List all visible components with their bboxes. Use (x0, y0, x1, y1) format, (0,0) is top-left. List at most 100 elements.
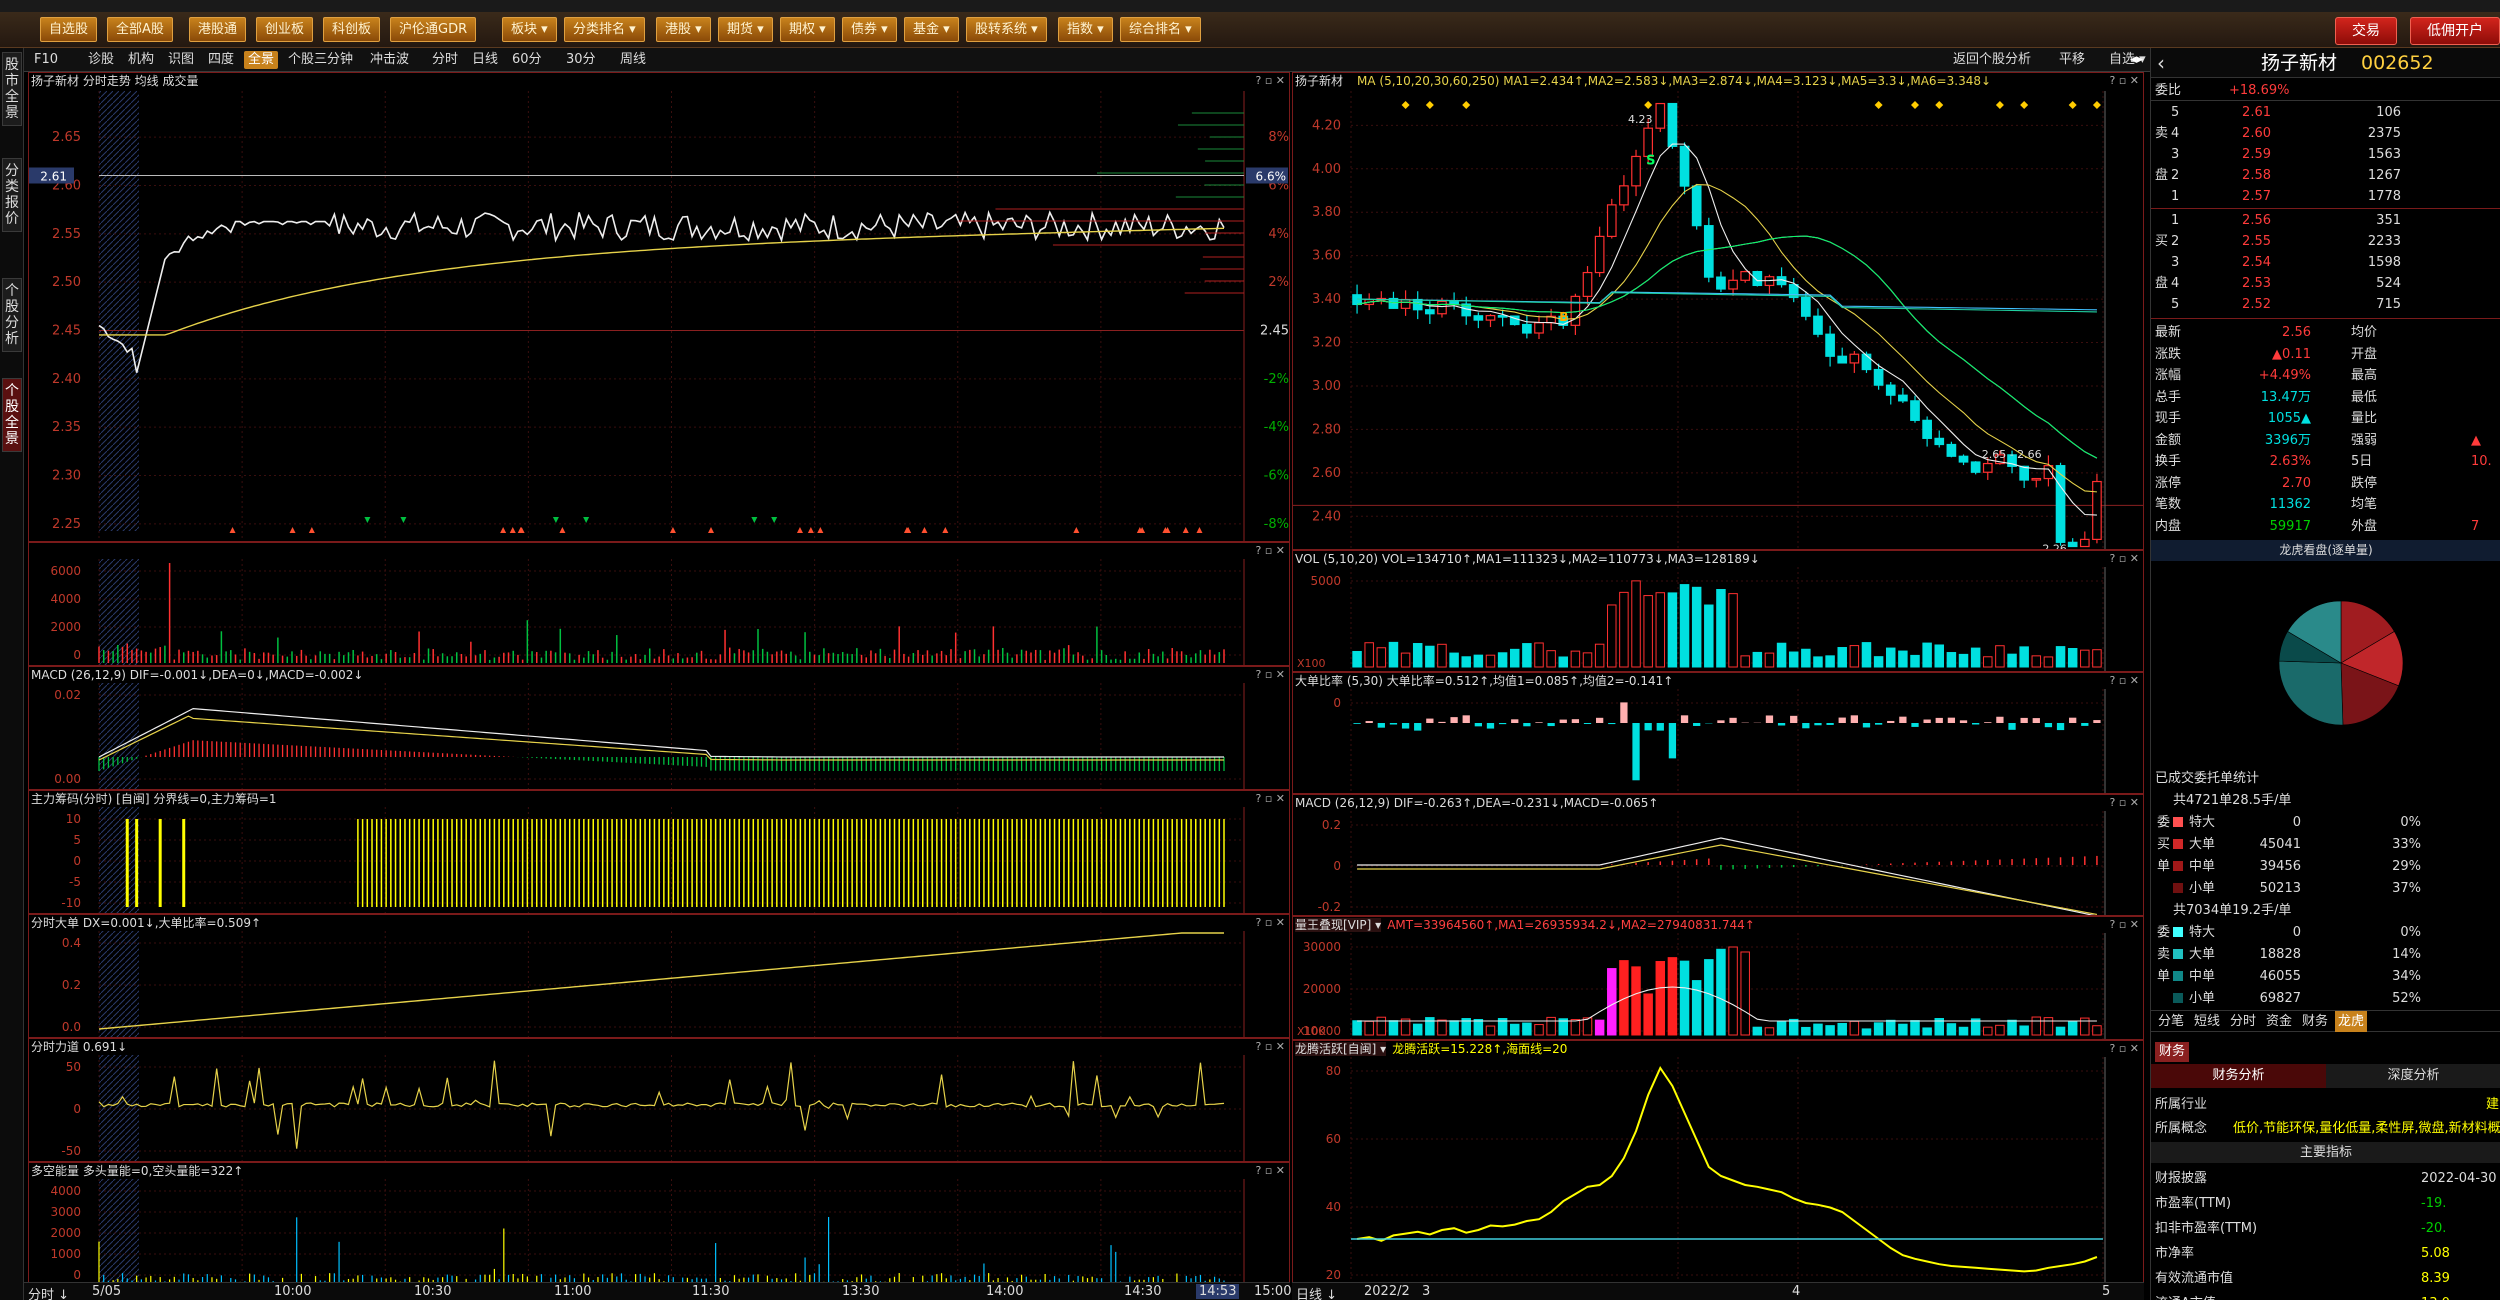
legend-swatch (2173, 817, 2183, 827)
fin-tab[interactable]: 财务 (2155, 1042, 2190, 1062)
menu-6[interactable]: 板块 ▾ (502, 17, 557, 42)
left-tab-2[interactable]: 个股分析 (2, 278, 22, 352)
stat-row: 换手 2.63% 5日 10. (2151, 451, 2500, 472)
menu-14[interactable]: 指数 ▾ (1058, 17, 1113, 42)
legend-swatch (2173, 883, 2183, 893)
tick-label: 0 (1333, 859, 1341, 873)
menu-13[interactable]: 股转系统 ▾ (966, 17, 1047, 42)
quote-tab-4[interactable]: 财务 (2299, 1011, 2331, 1032)
candle-body (1946, 443, 1957, 457)
candle-body (1449, 300, 1459, 305)
signal-diamond (1401, 101, 1410, 109)
intraday-zlcm-panel: 主力筹码(分时) [自闽] 分界线=0,主力筹码=1? ▫ ✕ 10 5 0 -5 -10 (28, 790, 1290, 914)
kline-volume-bar (1388, 641, 1399, 668)
toolbar-item-11[interactable]: 30分 (562, 51, 600, 69)
kline-volume-bar (1728, 593, 1738, 668)
tick-label: 20000 (1303, 982, 1341, 996)
menu-10[interactable]: 期权 ▾ (780, 17, 835, 42)
collapse-icon[interactable]: ◂▸ (2126, 51, 2147, 69)
menu-0[interactable]: 自选股 (40, 17, 98, 42)
toolbar-item-3[interactable]: 识图 (164, 51, 198, 69)
toolbar-item-10[interactable]: 60分 (508, 51, 546, 69)
kline-price-tick: 2.60 (1312, 466, 1341, 481)
candle-body (1534, 322, 1544, 334)
toolbar-right-1[interactable]: 平移 (2055, 51, 2089, 69)
fin-subtab-analysis[interactable]: 财务分析 (2151, 1064, 2326, 1088)
left-tab-char: 股 (5, 399, 19, 415)
signal-triangle (807, 527, 814, 533)
quote-tab-0[interactable]: 分笔 (2155, 1011, 2187, 1032)
menu-12[interactable]: 基金 ▾ (904, 17, 959, 42)
lwdl-bar (1509, 1023, 1520, 1036)
lwdl-bar (1570, 1019, 1581, 1036)
left-tab-0[interactable]: 股市全景 (2, 52, 22, 126)
lwdl-bar (1437, 1019, 1447, 1036)
back-icon[interactable]: ‹ (2157, 48, 2165, 78)
quote-tab-3[interactable]: 资金 (2263, 1011, 2295, 1032)
kline-price-tick: 3.60 (1312, 249, 1341, 264)
tick-label: 0 (1333, 696, 1341, 710)
menu-7[interactable]: 分类排名 ▾ (564, 17, 645, 42)
toolbar-item-8[interactable]: 分时 (428, 51, 462, 69)
toolbar-right-0[interactable]: 返回个股分析 (1949, 51, 2035, 69)
fin-value: 2022-04-30 (2421, 1171, 2497, 1186)
lwdl-bar (1861, 1028, 1872, 1036)
menu-8[interactable]: 港股 ▾ (656, 17, 711, 42)
toolbar-item-1[interactable]: 诊股 (84, 51, 118, 69)
candle-body (1922, 419, 1932, 439)
kline-price-tick: 3.00 (1312, 379, 1341, 394)
menu-9[interactable]: 期货 ▾ (718, 17, 773, 42)
toolbar-item-9[interactable]: 日线 (468, 51, 502, 69)
left-tab-1[interactable]: 分类报价 (2, 158, 22, 232)
pct-tick-label: -6% (1264, 469, 1289, 484)
bid-level: 3 (2171, 255, 2180, 270)
quote-tab-2[interactable]: 分时 (2227, 1011, 2259, 1032)
window-titlebar (0, 0, 2500, 12)
menu-5[interactable]: 沪伦通GDR (390, 17, 477, 42)
buy-order-row: 单 中单 39456 29% (2151, 856, 2500, 877)
candle-body (1412, 298, 1423, 311)
toolbar-item-2[interactable]: 机构 (124, 51, 158, 69)
open-account-button[interactable]: 低佣开户 (2410, 17, 2500, 45)
legend-swatch (2173, 861, 2183, 871)
lwdl-bar (1801, 1026, 1811, 1036)
candle-body (2043, 465, 2054, 480)
lwdl-bar (1704, 959, 1714, 1036)
fin-subtab-depth[interactable]: 深度分析 (2326, 1064, 2500, 1088)
buy-order-row: 委 特大 0 0% (2151, 812, 2500, 833)
order-amount: 0 (2292, 815, 2301, 830)
toolbar-item-12[interactable]: 周线 (616, 51, 650, 69)
order-pie-chart (2278, 600, 2404, 726)
menu-2[interactable]: 港股通 (189, 17, 247, 42)
ddb-bar (2093, 720, 2101, 723)
order-amount: 18828 (2259, 947, 2301, 962)
lwdl-bar (1837, 1022, 1847, 1036)
menu-11[interactable]: 债券 ▾ (842, 17, 897, 42)
menu-4[interactable]: 科创板 (323, 17, 381, 42)
candle-body (1898, 394, 1908, 402)
toolbar-item-6[interactable]: 个股三分钟 (284, 51, 357, 69)
kline-volume-bar (1667, 592, 1678, 668)
signal-triangle (583, 517, 590, 523)
quote-tab-5[interactable]: 龙虎 (2335, 1011, 2368, 1032)
menu-15[interactable]: 综合排名 ▾ (1120, 17, 1201, 42)
candle-body (1679, 145, 1690, 187)
ddb-bar (1814, 723, 1822, 726)
kline-volume-bar (1582, 652, 1593, 668)
current-price-label: 2.61 (40, 170, 67, 184)
trade-button[interactable]: 交易 (2335, 17, 2397, 45)
toolbar-item-5[interactable]: 全景 (244, 51, 279, 69)
left-tab-strip: 股市全景分类报价个股分析个股全景 (0, 48, 24, 1300)
toolbar-item-0[interactable]: F10 (30, 51, 62, 69)
menu-1[interactable]: 全部A股 (107, 17, 173, 42)
ddb-bar (2020, 717, 2028, 723)
bid-row: 5 2.52 715 (2151, 294, 2500, 315)
menu-3[interactable]: 创业板 (256, 17, 314, 42)
left-tab-3[interactable]: 个股全景 (2, 378, 22, 452)
lwdl-bar (1425, 1017, 1435, 1036)
signal-triangle (509, 527, 516, 533)
quote-tab-1[interactable]: 短线 (2191, 1011, 2223, 1032)
toolbar-item-7[interactable]: 冲击波 (366, 51, 413, 69)
toolbar-item-4[interactable]: 四度 (204, 51, 238, 69)
time-label: 15:00 (1254, 1284, 1292, 1299)
